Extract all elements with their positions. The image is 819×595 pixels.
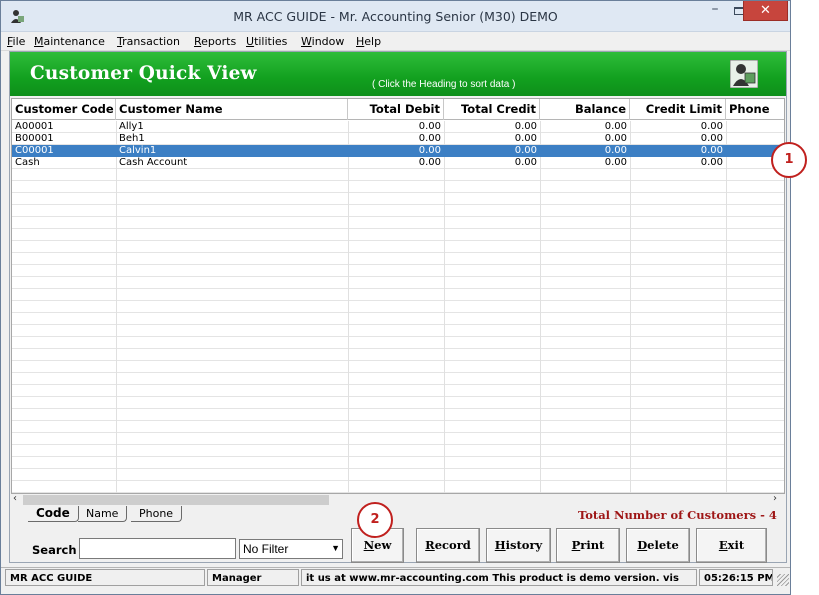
- menu-utilities[interactable]: Utilities: [246, 35, 287, 48]
- cell-debit: 0.00: [418, 133, 441, 144]
- column-customer-code[interactable]: Customer Code: [12, 99, 116, 120]
- status-user: Manager: [207, 569, 299, 586]
- search-input[interactable]: [79, 538, 236, 559]
- menu-reports[interactable]: Reports: [194, 35, 236, 48]
- column-divider: [630, 121, 631, 493]
- column-divider: [348, 121, 349, 493]
- cell-code: C00001: [15, 145, 54, 156]
- table-row-selected[interactable]: C00001 Calvin1 0.00 0.00 0.00 0.00: [12, 145, 784, 157]
- table-row[interactable]: Cash Cash Account 0.00 0.00 0.00 0.00: [12, 157, 784, 169]
- cell-debit: 0.00: [418, 121, 441, 132]
- scrollbar-thumb[interactable]: [23, 495, 329, 505]
- table-header: Customer Code Customer Name Total Debit …: [12, 99, 784, 120]
- cell-credit-limit: 0.00: [700, 121, 723, 132]
- scroll-right-icon[interactable]: ›: [773, 493, 777, 504]
- cell-name: Cash Account: [119, 157, 188, 168]
- tab-code[interactable]: Code: [28, 506, 79, 522]
- column-divider: [540, 121, 541, 493]
- close-button[interactable]: ✕: [743, 1, 788, 21]
- sort-hint: ( Click the Heading to sort data ): [372, 79, 516, 90]
- cell-credit: 0.00: [514, 133, 537, 144]
- menu-help[interactable]: Help: [356, 35, 381, 48]
- app-window: MR ACC GUIDE - Mr. Accounting Senior (M3…: [0, 0, 791, 595]
- tab-phone[interactable]: Phone: [131, 506, 183, 522]
- callout-marker-2: 2: [357, 502, 393, 538]
- status-marquee: it us at www.mr-accounting.com This prod…: [301, 569, 697, 586]
- table-row[interactable]: A00001 Ally1 0.00 0.00 0.00 0.00: [12, 121, 784, 133]
- title-bar[interactable]: MR ACC GUIDE - Mr. Accounting Senior (M3…: [1, 1, 790, 32]
- cell-debit: 0.00: [418, 145, 441, 156]
- customer-quick-view-panel: Customer Quick View ( Click the Heading …: [9, 51, 787, 563]
- callout-marker-1: 1: [771, 142, 807, 178]
- header-banner: Customer Quick View ( Click the Heading …: [10, 52, 786, 96]
- menu-file[interactable]: File: [7, 35, 25, 48]
- customer-icon: [730, 60, 758, 88]
- customer-table[interactable]: Customer Code Customer Name Total Debit …: [11, 98, 785, 494]
- cell-credit-limit: 0.00: [700, 157, 723, 168]
- cell-name: Beh1: [119, 133, 145, 144]
- column-total-debit[interactable]: Total Debit: [348, 99, 444, 120]
- dropdown-arrow-icon[interactable]: ▼: [331, 543, 340, 553]
- page-title: Customer Quick View: [30, 63, 257, 84]
- delete-button[interactable]: Delete: [626, 528, 690, 563]
- search-label: Search: [32, 543, 77, 557]
- cell-credit: 0.00: [514, 145, 537, 156]
- cell-debit: 0.00: [418, 157, 441, 168]
- filter-select[interactable]: No Filter ▼: [239, 539, 343, 559]
- exit-button[interactable]: Exit: [696, 528, 767, 563]
- cell-credit: 0.00: [514, 157, 537, 168]
- cell-credit-limit: 0.00: [700, 145, 723, 156]
- tab-name[interactable]: Name: [78, 506, 128, 522]
- column-customer-name[interactable]: Customer Name: [116, 99, 348, 120]
- column-phone[interactable]: Phone: [726, 99, 784, 120]
- total-customers-label: Total Number of Customers - 4: [578, 508, 777, 522]
- history-button[interactable]: History: [486, 528, 551, 563]
- menu-bar: File Maintenance Transaction Reports Uti…: [1, 32, 790, 51]
- column-divider: [726, 121, 727, 493]
- table-body: A00001 Ally1 0.00 0.00 0.00 0.00 B00001 …: [12, 121, 784, 493]
- table-row[interactable]: B00001 Beh1 0.00 0.00 0.00 0.00: [12, 133, 784, 145]
- status-app-name: MR ACC GUIDE: [5, 569, 205, 586]
- menu-window[interactable]: Window: [301, 35, 344, 48]
- cell-code: Cash: [15, 157, 40, 168]
- cell-balance: 0.00: [604, 133, 627, 144]
- menu-transaction[interactable]: Transaction: [117, 35, 180, 48]
- column-credit-limit[interactable]: Credit Limit: [630, 99, 726, 120]
- minimize-button[interactable]: –: [703, 2, 727, 22]
- cell-code: A00001: [15, 121, 54, 132]
- cell-credit-limit: 0.00: [700, 133, 723, 144]
- record-button[interactable]: Record: [416, 528, 480, 563]
- scroll-left-icon[interactable]: ‹: [13, 493, 17, 504]
- resize-grip-icon[interactable]: [777, 574, 789, 586]
- status-time: 05:26:15 PM: [699, 569, 773, 586]
- menu-maintenance[interactable]: Maintenance: [34, 35, 105, 48]
- cell-balance: 0.00: [604, 121, 627, 132]
- horizontal-scrollbar[interactable]: ‹ ›: [11, 493, 785, 506]
- cell-name: Calvin1: [119, 145, 157, 156]
- print-button[interactable]: Print: [556, 528, 620, 563]
- cell-balance: 0.00: [604, 157, 627, 168]
- cell-name: Ally1: [119, 121, 144, 132]
- cell-credit: 0.00: [514, 121, 537, 132]
- column-balance[interactable]: Balance: [540, 99, 630, 120]
- window-title: MR ACC GUIDE - Mr. Accounting Senior (M3…: [233, 9, 558, 24]
- column-divider: [116, 121, 117, 493]
- cell-balance: 0.00: [604, 145, 627, 156]
- column-divider: [444, 121, 445, 493]
- cell-code: B00001: [15, 133, 54, 144]
- status-bar: MR ACC GUIDE Manager it us at www.mr-acc…: [1, 567, 790, 587]
- column-total-credit[interactable]: Total Credit: [444, 99, 540, 120]
- filter-value: No Filter: [243, 542, 289, 556]
